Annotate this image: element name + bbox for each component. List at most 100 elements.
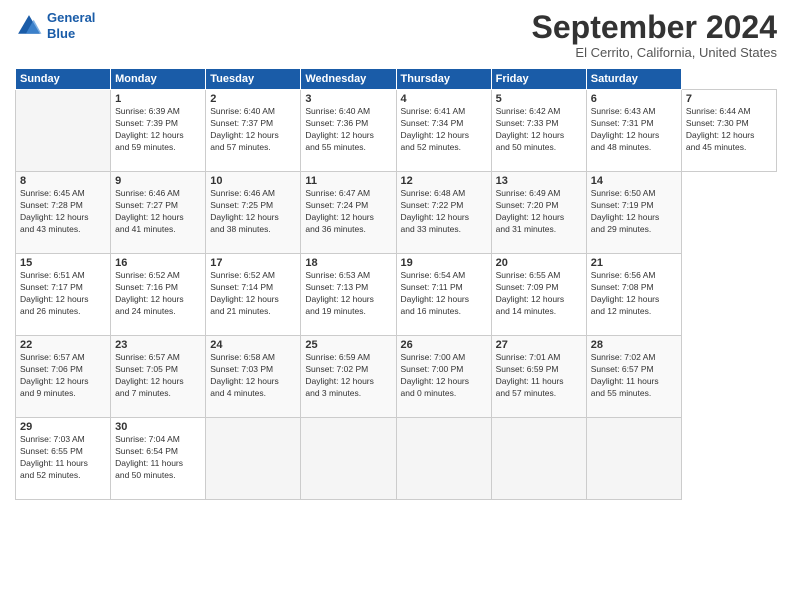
calendar-week-row: 1Sunrise: 6:39 AM Sunset: 7:39 PM Daylig… (16, 90, 777, 172)
day-info: Sunrise: 6:59 AM Sunset: 7:02 PM Dayligh… (305, 352, 391, 400)
day-number: 8 (20, 175, 106, 187)
day-number: 23 (115, 339, 201, 351)
location: El Cerrito, California, United States (532, 45, 777, 60)
day-number: 14 (591, 175, 677, 187)
title-area: September 2024 El Cerrito, California, U… (532, 10, 777, 60)
day-info: Sunrise: 7:00 AM Sunset: 7:00 PM Dayligh… (401, 352, 487, 400)
calendar-day-cell: 5Sunrise: 6:42 AM Sunset: 7:33 PM Daylig… (491, 90, 586, 172)
day-number: 11 (305, 175, 391, 187)
calendar-day-cell: 13Sunrise: 6:49 AM Sunset: 7:20 PM Dayli… (491, 172, 586, 254)
day-info: Sunrise: 6:40 AM Sunset: 7:36 PM Dayligh… (305, 106, 391, 154)
day-number: 26 (401, 339, 487, 351)
day-number: 22 (20, 339, 106, 351)
page: General Blue September 2024 El Cerrito, … (0, 0, 792, 612)
calendar-day-cell: 21Sunrise: 6:56 AM Sunset: 7:08 PM Dayli… (586, 254, 681, 336)
month-title: September 2024 (532, 10, 777, 45)
day-number: 25 (305, 339, 391, 351)
calendar-day-cell: 1Sunrise: 6:39 AM Sunset: 7:39 PM Daylig… (111, 90, 206, 172)
day-info: Sunrise: 6:41 AM Sunset: 7:34 PM Dayligh… (401, 106, 487, 154)
calendar-day-cell: 22Sunrise: 6:57 AM Sunset: 7:06 PM Dayli… (16, 336, 111, 418)
calendar-day-cell: 28Sunrise: 7:02 AM Sunset: 6:57 PM Dayli… (586, 336, 681, 418)
day-number: 16 (115, 257, 201, 269)
calendar-day-cell (396, 418, 491, 500)
calendar-empty-cell (16, 90, 111, 172)
day-number: 21 (591, 257, 677, 269)
day-info: Sunrise: 6:39 AM Sunset: 7:39 PM Dayligh… (115, 106, 201, 154)
day-number: 15 (20, 257, 106, 269)
day-info: Sunrise: 7:02 AM Sunset: 6:57 PM Dayligh… (591, 352, 677, 400)
logo-line1: General (47, 10, 95, 25)
day-number: 2 (210, 93, 296, 105)
calendar-week-row: 15Sunrise: 6:51 AM Sunset: 7:17 PM Dayli… (16, 254, 777, 336)
logo-line2: Blue (47, 26, 75, 41)
day-number: 4 (401, 93, 487, 105)
day-info: Sunrise: 6:51 AM Sunset: 7:17 PM Dayligh… (20, 270, 106, 318)
day-info: Sunrise: 6:45 AM Sunset: 7:28 PM Dayligh… (20, 188, 106, 236)
day-number: 17 (210, 257, 296, 269)
calendar-day-cell (301, 418, 396, 500)
day-number: 20 (496, 257, 582, 269)
calendar-day-cell: 10Sunrise: 6:46 AM Sunset: 7:25 PM Dayli… (206, 172, 301, 254)
calendar-header-sunday: Sunday (16, 69, 111, 90)
day-info: Sunrise: 6:54 AM Sunset: 7:11 PM Dayligh… (401, 270, 487, 318)
calendar-week-row: 29Sunrise: 7:03 AM Sunset: 6:55 PM Dayli… (16, 418, 777, 500)
calendar-header-wednesday: Wednesday (301, 69, 396, 90)
day-info: Sunrise: 7:03 AM Sunset: 6:55 PM Dayligh… (20, 434, 106, 482)
calendar-day-cell: 14Sunrise: 6:50 AM Sunset: 7:19 PM Dayli… (586, 172, 681, 254)
calendar-day-cell: 27Sunrise: 7:01 AM Sunset: 6:59 PM Dayli… (491, 336, 586, 418)
calendar-week-row: 8Sunrise: 6:45 AM Sunset: 7:28 PM Daylig… (16, 172, 777, 254)
calendar-header-row: SundayMondayTuesdayWednesdayThursdayFrid… (16, 69, 777, 90)
calendar-day-cell: 8Sunrise: 6:45 AM Sunset: 7:28 PM Daylig… (16, 172, 111, 254)
day-info: Sunrise: 6:46 AM Sunset: 7:25 PM Dayligh… (210, 188, 296, 236)
calendar-day-cell (586, 418, 681, 500)
day-info: Sunrise: 6:46 AM Sunset: 7:27 PM Dayligh… (115, 188, 201, 236)
calendar-day-cell: 24Sunrise: 6:58 AM Sunset: 7:03 PM Dayli… (206, 336, 301, 418)
day-info: Sunrise: 6:40 AM Sunset: 7:37 PM Dayligh… (210, 106, 296, 154)
calendar-day-cell: 17Sunrise: 6:52 AM Sunset: 7:14 PM Dayli… (206, 254, 301, 336)
day-number: 12 (401, 175, 487, 187)
calendar-day-cell: 19Sunrise: 6:54 AM Sunset: 7:11 PM Dayli… (396, 254, 491, 336)
calendar-day-cell (206, 418, 301, 500)
day-number: 7 (686, 93, 772, 105)
calendar-day-cell: 30Sunrise: 7:04 AM Sunset: 6:54 PM Dayli… (111, 418, 206, 500)
day-info: Sunrise: 6:58 AM Sunset: 7:03 PM Dayligh… (210, 352, 296, 400)
calendar-day-cell: 6Sunrise: 6:43 AM Sunset: 7:31 PM Daylig… (586, 90, 681, 172)
calendar-day-cell (491, 418, 586, 500)
calendar-day-cell: 20Sunrise: 6:55 AM Sunset: 7:09 PM Dayli… (491, 254, 586, 336)
day-info: Sunrise: 6:53 AM Sunset: 7:13 PM Dayligh… (305, 270, 391, 318)
day-number: 28 (591, 339, 677, 351)
logo: General Blue (15, 10, 95, 41)
calendar-week-row: 22Sunrise: 6:57 AM Sunset: 7:06 PM Dayli… (16, 336, 777, 418)
calendar-header-saturday: Saturday (586, 69, 681, 90)
day-number: 19 (401, 257, 487, 269)
day-number: 27 (496, 339, 582, 351)
day-number: 10 (210, 175, 296, 187)
day-info: Sunrise: 6:52 AM Sunset: 7:14 PM Dayligh… (210, 270, 296, 318)
calendar-header-monday: Monday (111, 69, 206, 90)
logo-text: General Blue (47, 10, 95, 41)
day-info: Sunrise: 6:49 AM Sunset: 7:20 PM Dayligh… (496, 188, 582, 236)
calendar-header-tuesday: Tuesday (206, 69, 301, 90)
logo-icon (15, 12, 43, 40)
day-number: 13 (496, 175, 582, 187)
calendar-header-friday: Friday (491, 69, 586, 90)
day-info: Sunrise: 6:57 AM Sunset: 7:06 PM Dayligh… (20, 352, 106, 400)
day-number: 3 (305, 93, 391, 105)
calendar-day-cell: 25Sunrise: 6:59 AM Sunset: 7:02 PM Dayli… (301, 336, 396, 418)
calendar-day-cell: 26Sunrise: 7:00 AM Sunset: 7:00 PM Dayli… (396, 336, 491, 418)
calendar-day-cell: 4Sunrise: 6:41 AM Sunset: 7:34 PM Daylig… (396, 90, 491, 172)
calendar-day-cell: 7Sunrise: 6:44 AM Sunset: 7:30 PM Daylig… (681, 90, 776, 172)
calendar-day-cell: 15Sunrise: 6:51 AM Sunset: 7:17 PM Dayli… (16, 254, 111, 336)
calendar-day-cell: 18Sunrise: 6:53 AM Sunset: 7:13 PM Dayli… (301, 254, 396, 336)
calendar-day-cell: 16Sunrise: 6:52 AM Sunset: 7:16 PM Dayli… (111, 254, 206, 336)
calendar-day-cell: 23Sunrise: 6:57 AM Sunset: 7:05 PM Dayli… (111, 336, 206, 418)
calendar-day-cell: 9Sunrise: 6:46 AM Sunset: 7:27 PM Daylig… (111, 172, 206, 254)
day-info: Sunrise: 6:44 AM Sunset: 7:30 PM Dayligh… (686, 106, 772, 154)
day-number: 24 (210, 339, 296, 351)
day-number: 5 (496, 93, 582, 105)
calendar-day-cell: 12Sunrise: 6:48 AM Sunset: 7:22 PM Dayli… (396, 172, 491, 254)
day-info: Sunrise: 6:43 AM Sunset: 7:31 PM Dayligh… (591, 106, 677, 154)
day-number: 9 (115, 175, 201, 187)
day-info: Sunrise: 6:50 AM Sunset: 7:19 PM Dayligh… (591, 188, 677, 236)
day-info: Sunrise: 6:48 AM Sunset: 7:22 PM Dayligh… (401, 188, 487, 236)
